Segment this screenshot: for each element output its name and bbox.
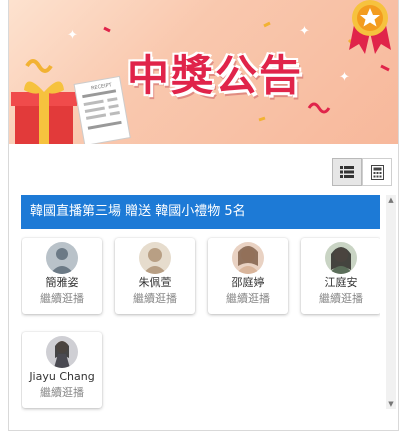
calculator-icon xyxy=(370,164,384,180)
winner-name: 簡雅姿 xyxy=(45,276,79,289)
continue-watching-label[interactable]: 繼續逛播 xyxy=(115,292,195,306)
winner-panel: 韓國直播第三場 贈送 韓國小禮物 5名 簡雅姿 繼續逛播 朱佩萱 繼續逛播 邵庭… xyxy=(21,195,380,415)
winner-name: 朱佩萱 xyxy=(138,276,172,289)
avatar xyxy=(46,336,78,368)
avatar xyxy=(139,242,171,274)
avatar xyxy=(325,242,357,274)
list-view-button[interactable] xyxy=(332,158,362,186)
winner-name: Jiayu Chang xyxy=(29,370,95,383)
medal-icon xyxy=(349,0,391,54)
grid-view-button[interactable] xyxy=(362,158,392,186)
banner: ✦ ✦ ✦ RECEIPT 中獎公告 xyxy=(9,0,398,144)
avatar xyxy=(46,242,78,274)
continue-watching-label[interactable]: 繼續逛播 xyxy=(22,292,102,306)
avatar xyxy=(232,242,264,274)
sparkle-icon: ✦ xyxy=(339,70,350,85)
scroll-down-arrow-icon[interactable]: ▼ xyxy=(386,399,396,409)
page-title: 中獎公告 xyxy=(127,51,304,100)
continue-watching-label[interactable]: 繼續逛播 xyxy=(22,386,102,400)
continue-watching-label[interactable]: 繼續逛播 xyxy=(301,292,380,306)
sparkle-icon: ✦ xyxy=(299,24,310,39)
winner-card[interactable]: 簡雅姿 繼續逛播 xyxy=(22,238,102,314)
scroll-thumb[interactable] xyxy=(387,207,395,397)
winner-card[interactable]: Jiayu Chang 繼續逛播 xyxy=(22,332,102,408)
continue-watching-label[interactable]: 繼續逛播 xyxy=(208,292,288,306)
winner-name: 邵庭婷 xyxy=(231,276,265,289)
announcement-widget: ✦ ✦ ✦ RECEIPT 中獎公告 韓國直播第三場 贈送 韓國小禮物 5名 簡… xyxy=(8,0,399,431)
winner-name: 江庭安 xyxy=(324,276,358,289)
scroll-up-arrow-icon[interactable]: ▲ xyxy=(386,195,396,205)
panel-header: 韓國直播第三場 贈送 韓國小禮物 5名 xyxy=(21,195,380,229)
view-toolbar xyxy=(332,158,392,186)
winner-card[interactable]: 邵庭婷 繼續逛播 xyxy=(208,238,288,314)
winner-card[interactable]: 江庭安 繼續逛播 xyxy=(301,238,380,314)
winner-card[interactable]: 朱佩萱 繼續逛播 xyxy=(115,238,195,314)
scrollbar[interactable]: ▲ ▼ xyxy=(386,195,396,409)
list-icon xyxy=(340,166,354,178)
sparkle-icon: ✦ xyxy=(67,28,78,43)
